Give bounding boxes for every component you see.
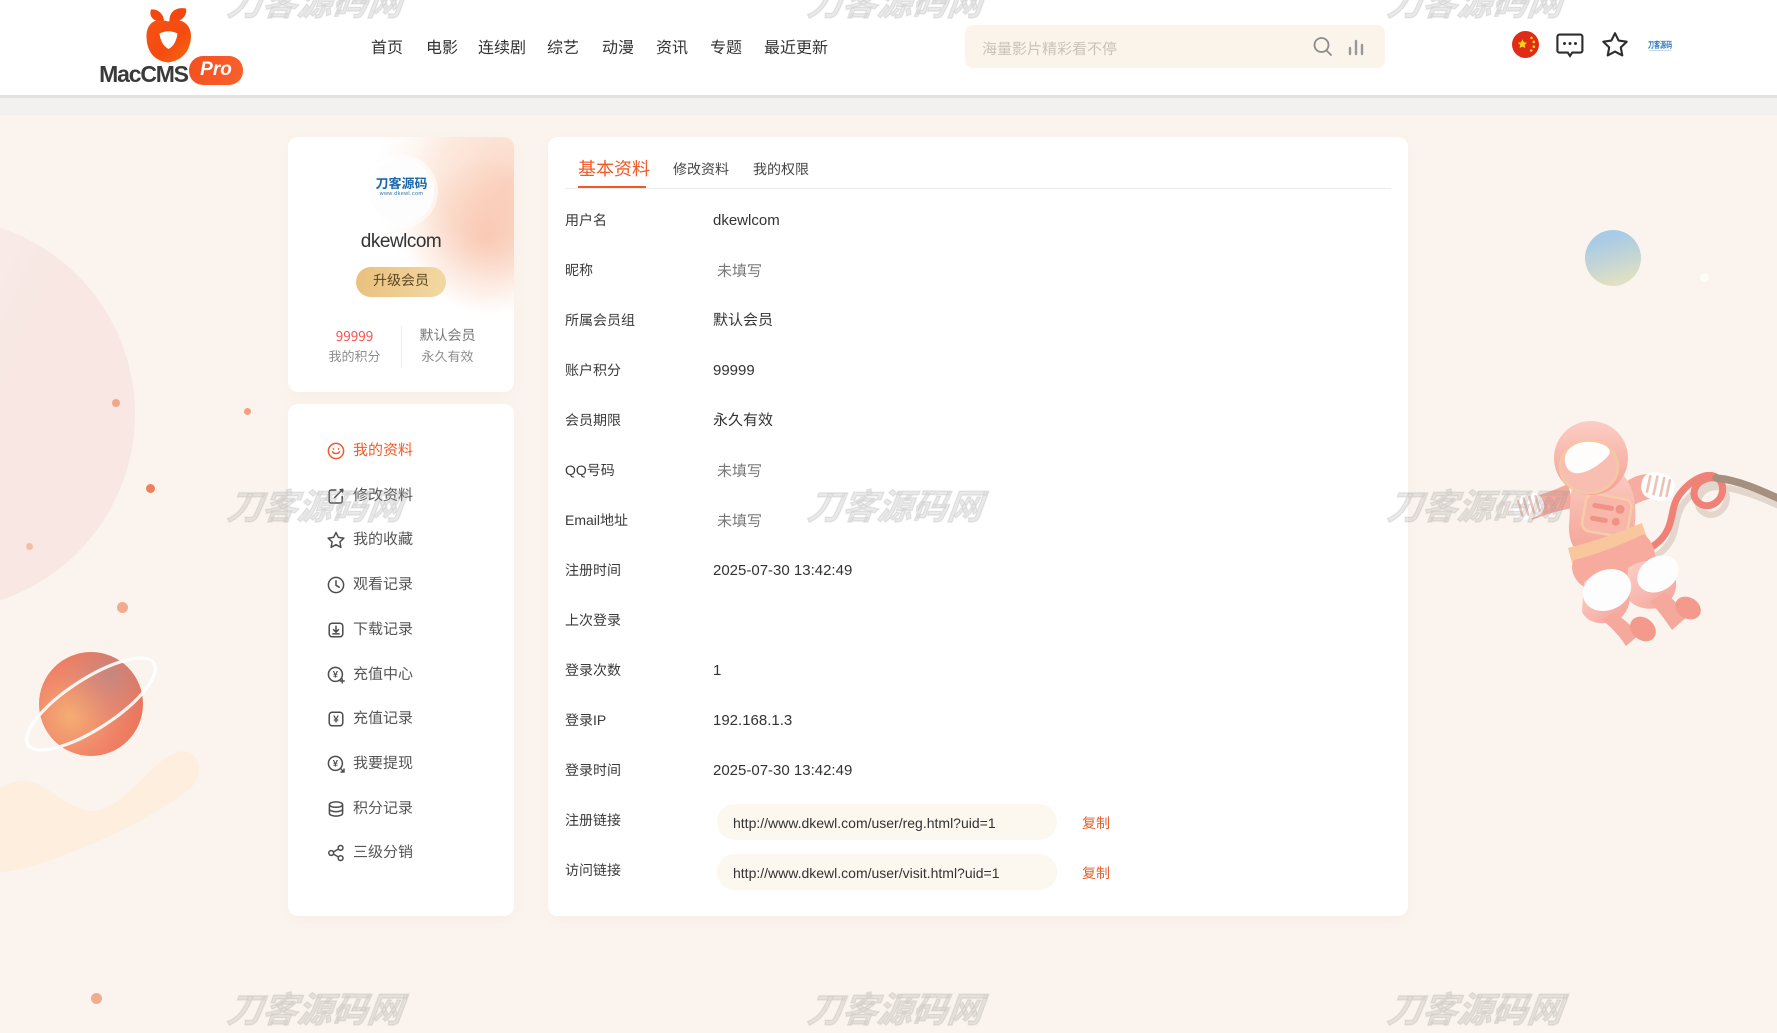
svg-text:¥: ¥ xyxy=(333,758,339,769)
svg-text:¥: ¥ xyxy=(333,669,339,680)
svg-text:¥: ¥ xyxy=(333,715,339,726)
